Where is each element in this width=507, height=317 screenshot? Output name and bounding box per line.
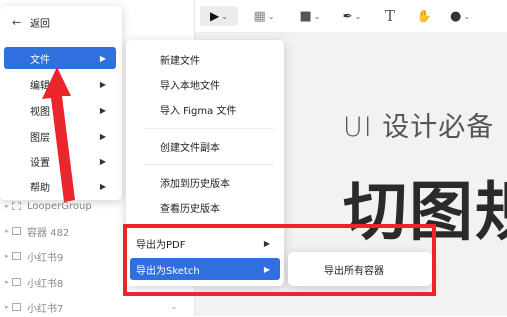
hand-tool-button[interactable]: ✋ [413, 6, 435, 26]
menu-separator [144, 128, 274, 129]
expand-arrow-icon[interactable]: ▸ [2, 303, 12, 311]
chevron-right-icon: ▶ [99, 79, 106, 89]
menu-item-view[interactable]: 视图 ▶ [4, 99, 116, 121]
frame-icon: ▦ [253, 8, 266, 24]
group-icon [12, 202, 21, 210]
layer-label: LooperGroup [27, 200, 92, 212]
chevron-down-icon[interactable]: ⌄ [170, 302, 178, 312]
arrow-left-icon: ← [12, 15, 22, 29]
chevron-right-icon: ▶ [99, 181, 106, 191]
pointer-tool-button[interactable]: ▶ ⌄ [200, 6, 238, 26]
pointer-icon: ▶ [210, 9, 220, 23]
chevron-down-icon: ⌄ [267, 11, 275, 21]
menu-item-add-version-history[interactable]: 添加到历史版本 [130, 171, 280, 193]
menu-item-edit[interactable]: 编辑 ▶ [4, 73, 116, 95]
layer-label: 小红书9 [27, 252, 64, 264]
text-icon: T [384, 7, 395, 25]
menu-item-settings[interactable]: 设置 ▶ [4, 150, 116, 172]
frame-layer-icon [12, 278, 21, 286]
chevron-down-icon: ⌄ [354, 11, 362, 21]
comment-icon: ● [449, 8, 462, 24]
hand-icon: ✋ [416, 9, 432, 23]
layer-label: 小红书7 [27, 303, 64, 315]
frame-layer-icon [12, 303, 21, 311]
top-toolbar: ▶ ⌄ ▦ ⌄ ■ ⌄ ✒ ⌄ T ✋ ● ⌄ [195, 0, 507, 33]
menu-item-import-local-file[interactable]: 导入本地文件 [130, 73, 280, 95]
pen-icon: ✒ [342, 9, 353, 23]
menu-separator [144, 164, 274, 165]
chevron-right-icon: ▶ [99, 131, 106, 141]
pen-tool-button[interactable]: ✒ ⌄ [335, 6, 369, 26]
chevron-down-icon: ⌄ [313, 11, 321, 21]
chevron-down-icon: ⌄ [463, 11, 471, 21]
text-tool-button[interactable]: T [379, 6, 401, 26]
expand-arrow-icon[interactable]: ▸ [2, 252, 12, 260]
menu-item-import-figma-file[interactable]: 导入 Figma 文件 [130, 98, 280, 120]
frame-tool-button[interactable]: ▦ ⌄ [247, 6, 281, 26]
frame-layer-icon [12, 252, 21, 260]
expand-arrow-icon[interactable]: ▸ [2, 278, 12, 286]
chevron-right-icon: ▶ [99, 53, 106, 63]
menu-item-view-version-history[interactable]: 查看历史版本 [130, 196, 280, 218]
main-menu: ← 返回 文件 ▶ 编辑 ▶ 视图 ▶ 图层 ▶ 设置 ▶ 帮助 ▶ [0, 6, 122, 200]
menu-item-new-file[interactable]: 新建文件 [130, 48, 280, 70]
menu-item-help[interactable]: 帮助 ▶ [4, 175, 116, 197]
expand-arrow-icon[interactable]: ▸ [2, 227, 12, 235]
layer-label: 小红书8 [27, 278, 64, 290]
menu-item-layer[interactable]: 图层 ▶ [4, 125, 116, 147]
frame-layer-icon [12, 227, 21, 235]
rectangle-icon: ■ [299, 8, 312, 24]
chevron-down-icon: ⌄ [221, 11, 228, 21]
menu-item-duplicate-file[interactable]: 创建文件副本 [130, 135, 280, 157]
expand-arrow-icon[interactable]: ▸ [2, 202, 12, 210]
shape-tool-button[interactable]: ■ ⌄ [293, 6, 327, 26]
comment-tool-button[interactable]: ● ⌄ [443, 6, 477, 26]
chevron-right-icon: ▶ [99, 156, 106, 166]
layer-item[interactable]: ▸ 小红书7 ⌄ [0, 297, 194, 317]
annotation-highlight-box [123, 224, 436, 296]
menu-item-file[interactable]: 文件 ▶ [4, 47, 116, 69]
layer-label: 容器 482 [27, 227, 70, 239]
canvas-title-text: UI 设计必备 [343, 112, 495, 143]
chevron-right-icon: ▶ [99, 105, 106, 115]
back-button[interactable]: ← 返回 [4, 11, 116, 33]
